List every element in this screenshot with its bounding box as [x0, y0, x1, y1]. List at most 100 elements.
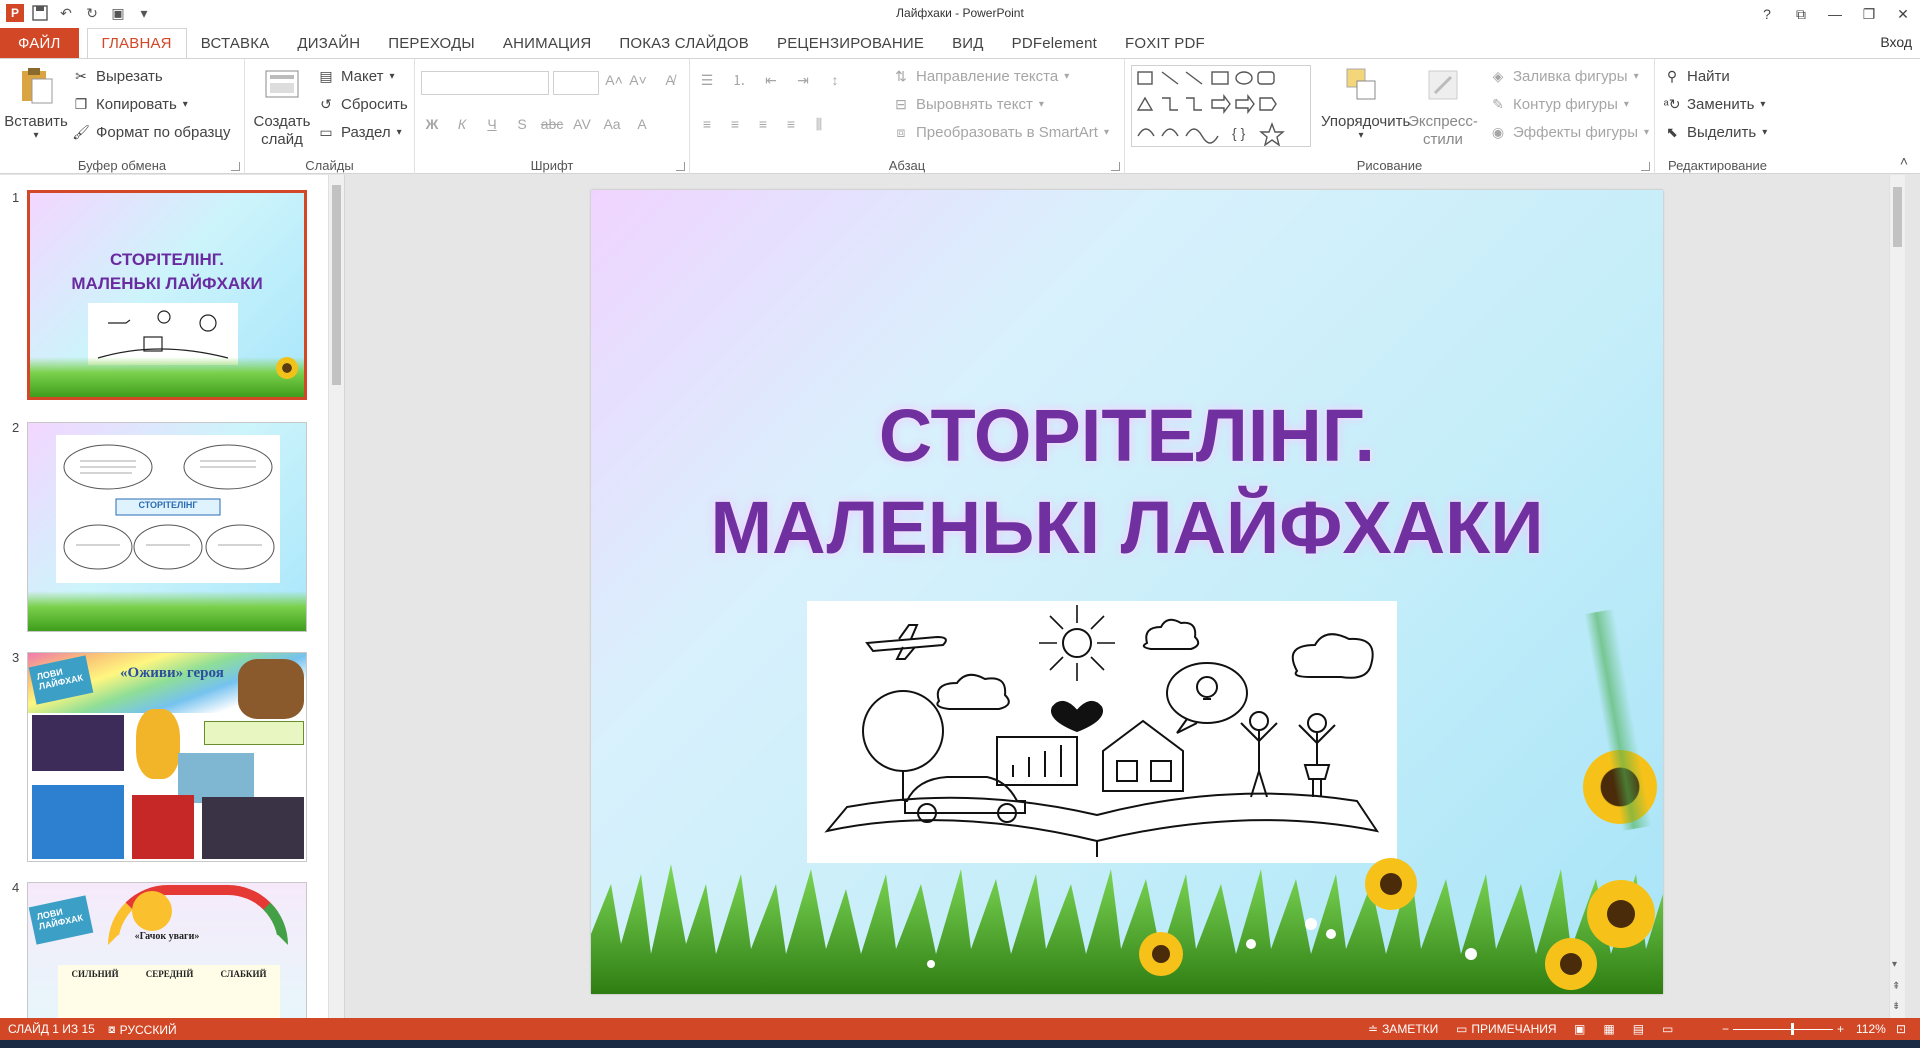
help-icon[interactable]: ? [1750, 0, 1784, 28]
tab-pdfelement[interactable]: PDFelement [998, 28, 1111, 58]
sign-in-link[interactable]: Вход [1880, 34, 1912, 50]
format-painter-button[interactable]: 🖌 Формат по образцу [72, 123, 230, 141]
paint-bucket-icon: ◈ [1492, 67, 1504, 84]
thumbnail-slide-1[interactable]: СТОРІТЕЛІНГ. МАЛЕНЬКІ ЛАЙФХАКИ [27, 190, 307, 400]
strikethrough-icon[interactable]: abc [541, 115, 564, 133]
ribbon-display-options-icon[interactable]: ⧉ [1784, 0, 1818, 28]
thumbnail-slide-3[interactable]: ЛОВИ ЛАЙФХАК «Оживи» героя [27, 652, 307, 862]
tab-view[interactable]: ВИД [938, 28, 998, 58]
align-text-button[interactable]: ⊟ Выровнять текст ▾ [892, 95, 1044, 113]
shape-fill-button[interactable]: ◈ Заливка фигуры ▾ [1489, 67, 1639, 85]
slideshow-view-icon[interactable]: ▭ [1662, 1022, 1673, 1036]
align-center-icon[interactable]: ≡ [726, 115, 744, 133]
minimize-button[interactable]: — [1818, 0, 1852, 28]
collapse-ribbon-icon[interactable]: ˄ [1900, 153, 1908, 169]
scroll-thumb[interactable] [1893, 187, 1902, 247]
scroll-down-arrow-icon[interactable]: ▾ [1892, 959, 1897, 970]
normal-view-icon[interactable]: ▣ [1574, 1022, 1585, 1036]
copy-button[interactable]: ❐ Копировать ▾ [72, 95, 188, 113]
change-case-icon[interactable]: Aa [603, 115, 621, 133]
tab-design[interactable]: ДИЗАЙН [283, 28, 374, 58]
zoom-in-icon[interactable]: + [1837, 1022, 1844, 1036]
zoom-out-icon[interactable]: − [1722, 1022, 1729, 1036]
thumbnails-scrollbar[interactable] [328, 175, 344, 1018]
storytelling-illustration[interactable] [807, 601, 1397, 863]
tab-insert[interactable]: ВСТАВКА [187, 28, 284, 58]
tab-animations[interactable]: АНИМАЦИЯ [489, 28, 605, 58]
comments-button[interactable]: ▭ ПРИМЕЧАНИЯ [1456, 1022, 1557, 1036]
zoom-level[interactable]: 112% [1856, 1022, 1886, 1036]
col-weak: СЛАБКИЙ [220, 969, 267, 979]
clear-formatting-button[interactable]: A̸ [661, 71, 679, 89]
format-painter-icon: 🖌 [72, 123, 90, 140]
zoom-handle[interactable] [1791, 1022, 1795, 1035]
tab-transitions[interactable]: ПЕРЕХОДЫ [374, 28, 489, 58]
bullets-icon[interactable]: ☰ [698, 71, 716, 89]
shape-effects-icon: ◉ [1491, 123, 1505, 140]
tab-file[interactable]: ФАЙЛ [0, 28, 79, 58]
slide-sorter-view-icon[interactable]: ▦ [1603, 1022, 1614, 1036]
line-spacing-icon[interactable]: ↕ [826, 71, 844, 89]
justify-icon[interactable]: ≡ [782, 115, 800, 133]
char-spacing-icon[interactable]: AV [573, 115, 591, 133]
tab-foxit-pdf[interactable]: FOXIT PDF [1111, 28, 1219, 58]
shadow-icon[interactable]: S [513, 115, 531, 133]
thumbnail-slide-4[interactable]: ЛОВИ ЛАЙФХАК «Гачок уваги» СИЛЬНИЙ СЕРЕД… [27, 882, 307, 1018]
find-button[interactable]: ⚲ Найти [1663, 67, 1730, 85]
thumbnail-slide-2[interactable]: СТОРІТЕЛІНГ [27, 422, 307, 632]
close-button[interactable]: ✕ [1886, 0, 1920, 28]
convert-smartart-button[interactable]: ⧈ Преобразовать в SmartArt ▾ [892, 123, 1109, 141]
underline-icon[interactable]: Ч [483, 115, 501, 133]
ribbon: Вставить ▾ ✂ Вырезать ❐ Копировать ▾ 🖌 Форма… [0, 58, 1920, 175]
tab-slideshow[interactable]: ПОКАЗ СЛАЙДОВ [605, 28, 763, 58]
font-size-field[interactable] [553, 71, 599, 95]
notes-button[interactable]: ≐ ЗАМЕТКИ [1368, 1022, 1438, 1036]
language-indicator[interactable]: ⧇ РУССКИЙ [108, 1022, 177, 1037]
svg-text:{ }: { } [1232, 125, 1246, 141]
zoom-slider[interactable]: − + [1722, 1022, 1844, 1036]
paste-button[interactable]: Вставить ▾ [4, 65, 68, 141]
slide-title[interactable]: СТОРІТЕЛІНГ. МАЛЕНЬКІ ЛАЙФХАКИ [591, 390, 1663, 574]
section-button[interactable]: ▭ Раздел ▾ [317, 123, 401, 141]
replace-button[interactable]: ᵃ↻ Заменить ▾ [1663, 95, 1766, 113]
drawing-dialog-launcher[interactable] [1641, 162, 1650, 171]
reset-button[interactable]: ↺ Сбросить [317, 95, 408, 113]
numbering-icon[interactable]: ⒈ [730, 71, 748, 89]
tab-review[interactable]: РЕЦЕНЗИРОВАНИЕ [763, 28, 938, 58]
clipboard-dialog-launcher[interactable] [231, 162, 240, 171]
main-scrollbar[interactable]: ▾ ⇞ ⇟ [1889, 175, 1905, 1018]
grow-font-button[interactable]: A˄ [605, 71, 623, 89]
new-slide-button[interactable]: Создать слайд [249, 65, 315, 149]
fit-slide-icon[interactable]: ⊡ [1896, 1022, 1906, 1036]
reading-view-icon[interactable]: ▤ [1633, 1022, 1644, 1036]
scroll-thumb[interactable] [332, 185, 341, 385]
bold-icon[interactable]: Ж [423, 115, 441, 133]
previous-slide-icon[interactable]: ⇞ [1892, 981, 1900, 992]
decrease-indent-icon[interactable]: ⇤ [762, 71, 780, 89]
align-left-icon[interactable]: ≡ [698, 115, 716, 133]
shape-outline-button[interactable]: ✎ Контур фигуры ▾ [1489, 95, 1629, 113]
text-direction-button[interactable]: ⇅ Направление текста ▾ [892, 67, 1069, 85]
columns-icon[interactable]: ⫼ [810, 115, 828, 133]
layout-button[interactable]: ▤ Макет ▾ [317, 67, 394, 85]
paragraph-group: ☰ ⒈ ⇤ ⇥ ↕ ≡ ≡ ≡ ≡ ⫼ ⇅ Направление текста ▾… [690, 59, 1125, 175]
shapes-gallery[interactable]: { } [1131, 65, 1311, 147]
quick-styles-button[interactable]: Экспресс-стили [1407, 65, 1479, 149]
increase-indent-icon[interactable]: ⇥ [794, 71, 812, 89]
shrink-font-button[interactable]: A˅ [629, 71, 647, 89]
font-color-icon[interactable]: A [633, 115, 651, 133]
restore-button[interactable]: ❐ [1852, 0, 1886, 28]
next-slide-icon[interactable]: ⇟ [1892, 1001, 1900, 1012]
align-right-icon[interactable]: ≡ [754, 115, 772, 133]
status-bar: СЛАЙД 1 ИЗ 15 ⧇ РУССКИЙ ≐ ЗАМЕТКИ ▭ ПРИМЕЧА… [0, 1018, 1920, 1040]
shape-effects-button[interactable]: ◉ Эффекты фигуры ▾ [1489, 123, 1649, 141]
italic-icon[interactable]: К [453, 115, 471, 133]
current-slide[interactable]: СТОРІТЕЛІНГ. МАЛЕНЬКІ ЛАЙФХАКИ [591, 190, 1663, 994]
tab-home[interactable]: ГЛАВНАЯ [86, 28, 187, 58]
font-dialog-launcher[interactable] [676, 162, 685, 171]
cut-button[interactable]: ✂ Вырезать [72, 67, 163, 85]
font-name-field[interactable] [421, 71, 549, 95]
paragraph-dialog-launcher[interactable] [1111, 162, 1120, 171]
arrange-button[interactable]: Упорядочить ▾ [1321, 65, 1410, 141]
select-button[interactable]: ⬉ Выделить ▾ [1663, 123, 1767, 141]
